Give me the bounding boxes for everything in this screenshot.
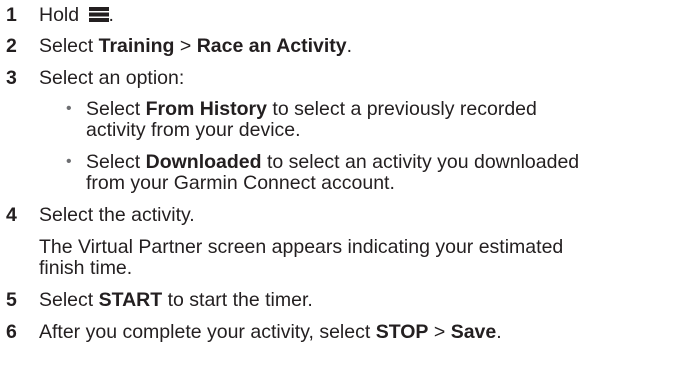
step-4-note-line-2: finish time.: [39, 257, 133, 279]
path-separator: >: [428, 321, 451, 343]
bullet: •: [66, 153, 72, 170]
option-2-suffix: to select an activity you downloaded: [261, 151, 580, 173]
menu-icon: [88, 7, 109, 22]
menu-save: Save: [450, 321, 497, 343]
step-number: 5: [6, 289, 17, 311]
option-downloaded: Downloaded: [145, 151, 262, 173]
step-number: 6: [6, 321, 17, 343]
option-2-prefix: Select: [86, 151, 146, 173]
menu-training: Training: [98, 35, 175, 57]
step-1-prefix: Hold: [39, 4, 85, 26]
option-1-suffix: to select a previously recorded: [266, 98, 537, 120]
step-2-text: Select Training > Race an Activity.: [39, 34, 352, 58]
step-3-text: Select an option:: [39, 67, 185, 89]
step-6-suffix: .: [496, 321, 502, 343]
step-number: 3: [6, 67, 17, 89]
option-from-history: From History: [145, 98, 267, 120]
step-4-text: Select the activity.: [39, 204, 195, 226]
step-2-prefix: Select: [39, 35, 99, 57]
step-2-suffix: .: [346, 35, 353, 57]
menu-race-an-activity: Race an Activity: [196, 35, 347, 57]
key-stop: STOP: [375, 321, 429, 343]
step-5-text: Select START to start the timer.: [39, 288, 313, 312]
bullet: •: [66, 100, 72, 117]
step-number: 4: [6, 204, 17, 226]
option-1-line-2: activity from your device.: [86, 119, 301, 141]
step-number: 2: [6, 35, 17, 57]
path-separator: >: [174, 35, 197, 57]
step-6-text: After you complete your activity, select…: [39, 320, 502, 344]
step-5-prefix: Select: [39, 289, 99, 311]
step-6-prefix: After you complete your activity, select: [39, 321, 376, 343]
instruction-list: 1 Hold . 2 Select Training > Race an Act…: [0, 0, 688, 392]
step-1-suffix: .: [108, 4, 114, 26]
step-number: 1: [6, 4, 17, 26]
key-start: START: [98, 289, 163, 311]
option-2-line-2: from your Garmin Connect account.: [86, 172, 395, 194]
option-1-prefix: Select: [86, 98, 146, 120]
step-5-suffix: to start the timer.: [162, 289, 313, 311]
step-1-text: Hold .: [39, 3, 114, 27]
